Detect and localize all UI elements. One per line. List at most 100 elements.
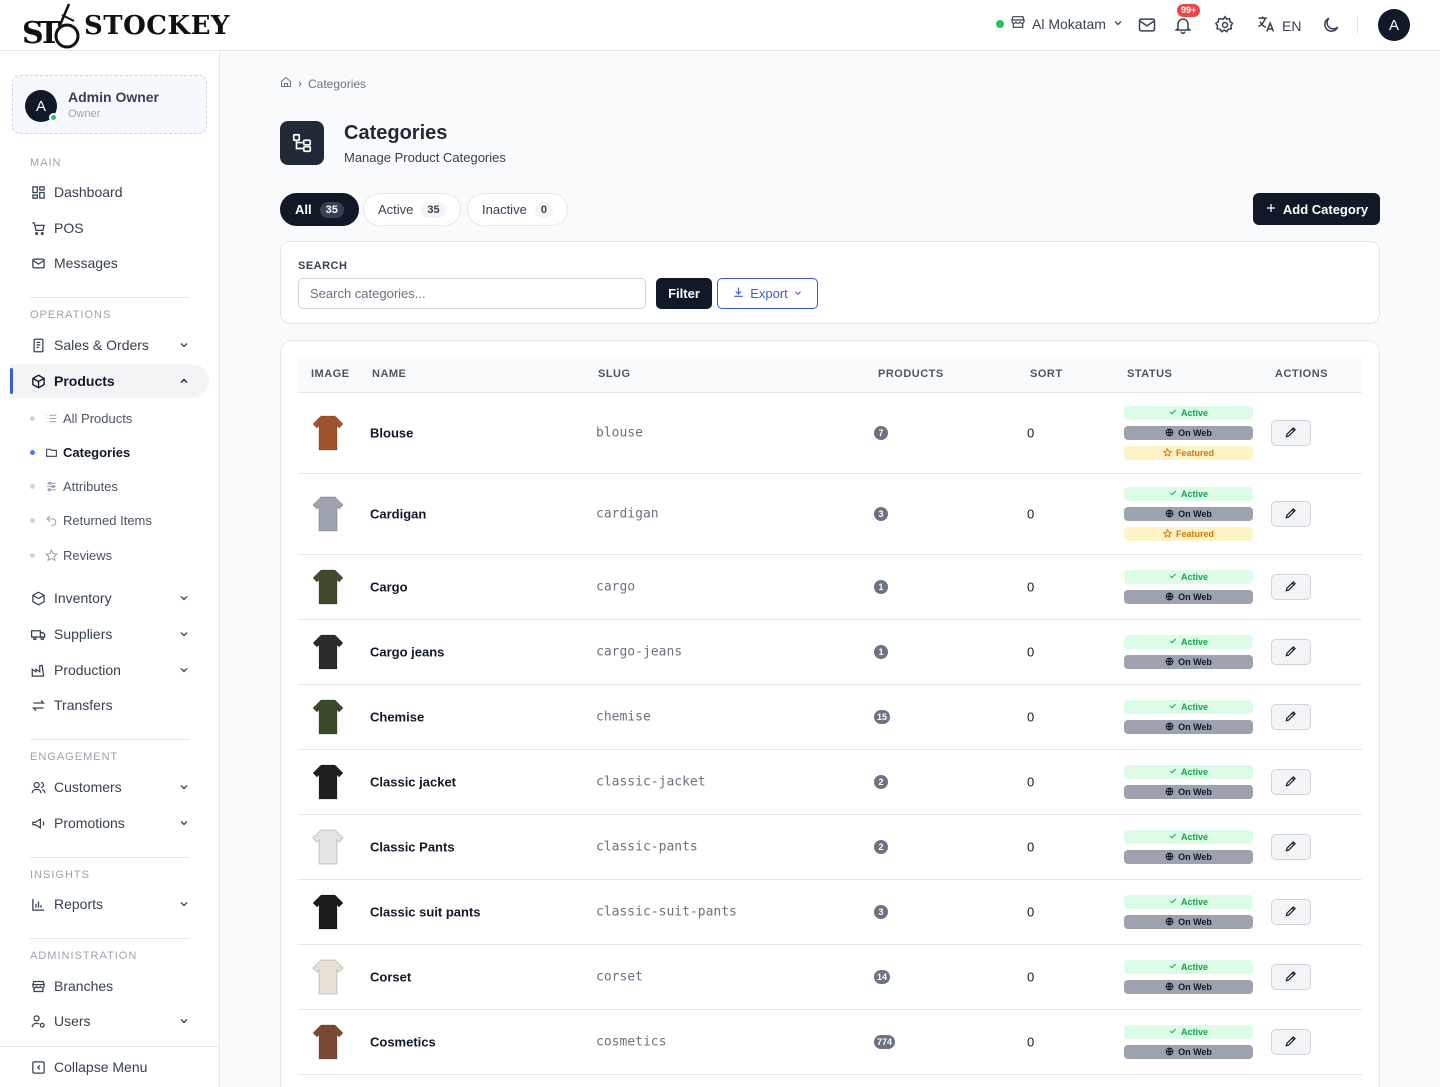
table-row[interactable]: Cardigan cardigan 3 0 Active On Web Featured [298,474,1362,555]
category-name[interactable]: Classic jacket [370,775,456,790]
status-badge-featured: Featured [1124,527,1253,541]
sidebar-item-branches[interactable]: Branches [30,973,200,999]
edit-button[interactable] [1271,501,1311,527]
edit-button[interactable] [1271,899,1311,925]
tab-inactive[interactable]: Inactive 0 [467,193,568,226]
table-row[interactable]: Classic suit pants classic-suit-pants 3 0 Ac… [298,880,1362,945]
category-name[interactable]: Chemise [370,710,424,725]
chevron-up-icon [178,374,190,390]
category-name[interactable]: Blouse [370,426,413,441]
sidebar-item-pos[interactable]: POS [30,215,200,241]
categories-table: IMAGE NAME SLUG PRODUCTS SORT STATUS ACT… [280,340,1380,1087]
sidebar-subitem-returned-items[interactable]: Returned Items [30,509,152,531]
edit-button[interactable] [1271,964,1311,990]
add-category-button[interactable]: Add Category [1253,193,1380,225]
branch-selector[interactable]: Al Mokatam [996,14,1124,33]
edit-button[interactable] [1271,834,1311,860]
category-name[interactable]: Cargo jeans [370,645,444,660]
chevron-down-icon [178,897,190,913]
tab-active[interactable]: Active 35 [363,193,461,226]
export-button[interactable]: Export [717,278,818,309]
sidebar-subitem-reviews[interactable]: Reviews [30,544,112,566]
search-input[interactable] [298,278,646,309]
user-avatar[interactable]: A [1378,9,1410,41]
globe-icon [1165,787,1174,798]
column-header-slug[interactable]: SLUG [598,368,631,380]
category-name[interactable]: Classic suit pants [370,905,481,920]
sidebar-item-transfers[interactable]: Transfers [30,692,200,718]
status-badges: Active On Web [1124,960,1253,994]
column-header-name[interactable]: NAME [372,368,406,380]
breadcrumb: Categories [280,76,366,91]
sidebar-item-reports[interactable]: Reports [30,891,200,917]
category-name[interactable]: Cargo [370,580,408,595]
sidebar-item-production[interactable]: Production [30,657,200,683]
chevron-down-icon [793,286,803,301]
sidebar-item-users[interactable]: Users [30,1008,200,1034]
tab-all[interactable]: All 35 [280,193,359,226]
sidebar-item-messages[interactable]: Messages [30,250,200,276]
section-divider [30,857,190,858]
category-name[interactable]: Cosmetics [370,1035,436,1050]
status-badge-on-web: On Web [1124,426,1253,440]
sidebar-item-suppliers[interactable]: Suppliers [30,621,200,647]
globe-icon [1165,1047,1174,1058]
mail-icon[interactable] [1135,13,1159,37]
sidebar-subitem-categories[interactable]: Categories [30,441,130,463]
category-name[interactable]: Corset [370,970,411,985]
status-badge-on-web: On Web [1124,655,1253,669]
user-card[interactable]: A Admin Owner Owner [12,75,207,134]
table-row[interactable]: Corset corset 14 0 Active On Web [298,945,1362,1010]
edit-button[interactable] [1271,639,1311,665]
gear-icon[interactable] [1213,13,1237,37]
category-tree-icon [280,121,324,165]
sidebar-item-products[interactable]: Products [30,368,200,394]
table-row[interactable]: Cargo jeans cargo-jeans 1 0 Active On Web [298,620,1362,685]
table-row[interactable]: Cosmetics cosmetics 774 0 Active On Web [298,1010,1362,1075]
table-row[interactable]: Classic Pants classic-pants 2 0 Active On Web [298,815,1362,880]
category-image [308,762,348,802]
collapse-menu-button[interactable]: Collapse Menu [30,1054,200,1080]
edit-button[interactable] [1271,769,1311,795]
category-image [308,494,348,534]
home-icon[interactable] [280,76,292,91]
search-panel: SEARCH Filter Export [280,241,1380,324]
sidebar-subitem-all-products[interactable]: All Products [30,407,132,429]
sort-order: 0 [1027,904,1035,920]
sidebar-item-inventory[interactable]: Inventory [30,585,200,611]
category-image [308,827,348,867]
column-header-status: STATUS [1127,368,1173,380]
sort-order: 0 [1027,839,1035,855]
category-image [308,567,348,607]
translate-icon [1256,14,1276,37]
moon-icon[interactable] [1319,13,1343,37]
sidebar-item-dashboard[interactable]: Dashboard [30,179,200,205]
column-header-sort[interactable]: SORT [1030,368,1063,380]
column-header-products[interactable]: PRODUCTS [878,368,944,380]
table-row[interactable]: Chemise chemise 15 0 Active On Web [298,685,1362,750]
table-row[interactable]: Cargo cargo 1 0 Active On Web [298,555,1362,620]
category-image [308,892,348,932]
edit-button[interactable] [1271,420,1311,446]
category-name[interactable]: Classic Pants [370,840,455,855]
category-image [308,957,348,997]
filter-button[interactable]: Filter [656,278,712,309]
table-row[interactable]: Classic jacket classic-jacket 2 0 Active On W… [298,750,1362,815]
sidebar-subitem-attributes[interactable]: Attributes [30,475,118,497]
status-badges: Active On Web [1124,765,1253,799]
sidebar-item-promotions[interactable]: Promotions [30,810,200,836]
chevron-down-icon [178,663,190,679]
brand-logo[interactable]: S T STOCKEY [22,2,230,51]
language-selector[interactable]: EN [1256,14,1301,37]
sidebar-item-sales-orders[interactable]: Sales & Orders [30,332,200,358]
chevron-down-icon [178,591,190,607]
edit-button[interactable] [1271,1029,1311,1055]
sidebar-item-customers[interactable]: Customers [30,774,200,800]
section-label-engagement: ENGAGEMENT [30,751,119,763]
table-row[interactable]: Blouse blouse 7 0 Active On Web Featured [298,393,1362,474]
edit-button[interactable] [1271,704,1311,730]
edit-button[interactable] [1271,574,1311,600]
table-header: IMAGE NAME SLUG PRODUCTS SORT STATUS ACT… [298,357,1362,393]
category-slug: classic-suit-pants [596,904,737,920]
category-name[interactable]: Cardigan [370,507,426,522]
